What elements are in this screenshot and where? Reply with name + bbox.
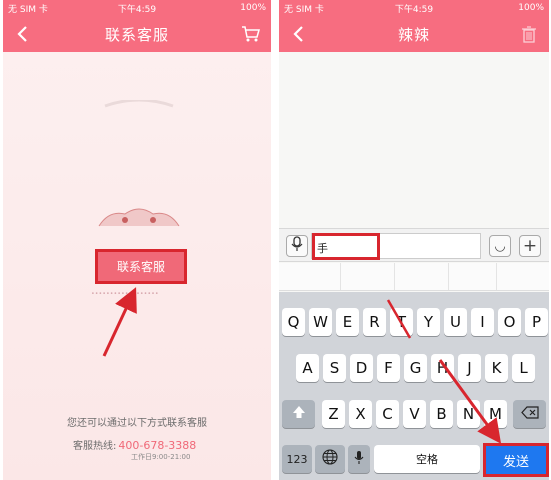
shift-icon (292, 405, 306, 423)
key-m[interactable]: M (484, 400, 507, 428)
working-hours: 工作日9:00-21:00 (131, 453, 191, 461)
contact-service-screen: 无 SIM 卡 下午4:59 100% 联系客服 联系客服 ∙∙∙∙∙∙∙∙∙∙… (3, 0, 271, 480)
service-avatar (95, 98, 183, 230)
page-title: 联系客服 (104, 25, 169, 44)
key-c[interactable]: C (376, 400, 399, 428)
page-title: 辣辣 (397, 25, 430, 44)
key-q[interactable]: Q (282, 308, 305, 336)
chat-screen: 无 SIM 卡 下午4:59 100% 辣辣 手 ◡ + Q W E R T Y… (279, 0, 549, 480)
delete-key[interactable] (513, 400, 546, 428)
hotline-label: 客服热线: (73, 441, 117, 452)
hotline: 客服热线: 400-678-3388 (73, 437, 196, 452)
key-b[interactable]: B (430, 400, 453, 428)
carrier-label: 无 SIM 卡 (8, 4, 48, 15)
backspace-icon (520, 405, 539, 423)
chevron-left-icon[interactable] (13, 24, 33, 44)
other-ways-text: 您还可以通过以下方式联系客服 (67, 418, 207, 429)
dictation-key[interactable] (348, 445, 370, 473)
trash-icon[interactable] (519, 24, 539, 44)
cart-icon[interactable] (241, 24, 261, 44)
shift-key[interactable] (282, 400, 315, 428)
candidate-cell[interactable] (449, 263, 497, 290)
key-j[interactable]: J (458, 354, 481, 382)
key-o[interactable]: O (498, 308, 521, 336)
globe-icon (322, 449, 338, 469)
clock-label: 下午4:59 (394, 4, 434, 15)
microphone-icon (354, 450, 364, 469)
watermark: ∙∙∙∙∙∙∙∙∙∙∙∙∙∙∙∙∙∙ (91, 290, 159, 297)
key-r[interactable]: R (363, 308, 386, 336)
key-y[interactable]: Y (417, 308, 440, 336)
smile-icon: ◡ (494, 238, 506, 254)
key-d[interactable]: D (350, 354, 373, 382)
key-v[interactable]: V (403, 400, 426, 428)
candidate-cell[interactable] (279, 263, 341, 290)
voice-button[interactable] (286, 235, 308, 257)
status-bar: 无 SIM 卡 下午4:59 100% (279, 0, 549, 16)
message-input-bar: 手 ◡ + (279, 228, 549, 262)
candidate-cell[interactable] (395, 263, 449, 290)
key-u[interactable]: U (444, 308, 467, 336)
key-w[interactable]: W (309, 308, 332, 336)
space-key[interactable]: 空格 (374, 445, 480, 473)
send-key[interactable]: 发送 (483, 443, 549, 477)
carrier-label: 无 SIM 卡 (284, 4, 324, 15)
battery-label: 100% (240, 3, 266, 13)
plus-icon: + (522, 236, 538, 256)
key-z[interactable]: Z (322, 400, 345, 428)
nav-bar: 联系客服 (3, 16, 271, 52)
candidate-bar (279, 263, 549, 291)
emoji-button[interactable]: ◡ (489, 235, 511, 257)
key-a[interactable]: A (296, 354, 319, 382)
chevron-left-icon[interactable] (289, 24, 309, 44)
nav-bar: 辣辣 (279, 16, 549, 52)
globe-key[interactable] (315, 445, 345, 473)
key-n[interactable]: N (457, 400, 480, 428)
clock-label: 下午4:59 (117, 4, 157, 15)
battery-label: 100% (518, 3, 545, 13)
key-i[interactable]: I (471, 308, 494, 336)
key-k[interactable]: K (485, 354, 508, 382)
key-g[interactable]: G (404, 354, 427, 382)
key-f[interactable]: F (377, 354, 400, 382)
contact-service-button[interactable]: 联系客服 (95, 249, 187, 284)
key-e[interactable]: E (336, 308, 359, 336)
message-input-value[interactable]: 手 (312, 233, 380, 260)
status-bar: 无 SIM 卡 下午4:59 100% (3, 0, 271, 16)
microphone-icon (291, 236, 303, 256)
key-s[interactable]: S (323, 354, 346, 382)
key-t[interactable]: T (390, 308, 413, 336)
more-button[interactable]: + (519, 235, 541, 257)
key-p[interactable]: P (525, 308, 548, 336)
key-h[interactable]: H (431, 354, 454, 382)
candidate-cell[interactable] (341, 263, 395, 290)
key-l[interactable]: L (512, 354, 535, 382)
hotline-number[interactable]: 400-678-3388 (118, 439, 196, 452)
numbers-key[interactable]: 123 (282, 445, 312, 473)
key-x[interactable]: X (349, 400, 372, 428)
